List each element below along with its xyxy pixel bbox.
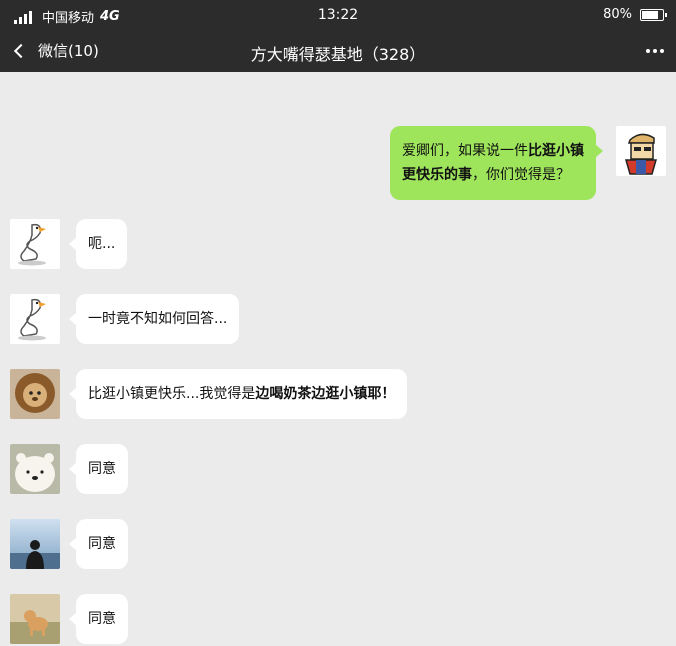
message-item: 同意 [10,519,128,569]
message-text: ，你们觉得是？ [472,167,570,183]
message-item: 呃... [10,219,128,269]
message-bubble[interactable]: 比逛小镇更快乐...我觉得是边喝奶茶边逛小镇耶！ [68,369,408,419]
message-bubble[interactable]: 一时竟不知如何回答... [68,294,240,344]
avatar[interactable] [10,219,60,269]
battery-icon [640,8,667,21]
message-bubble[interactable]: 呃... [68,219,128,269]
avatar[interactable] [10,519,60,569]
message-text: 同意 [88,536,116,552]
message-text: 一时竟不知如何回答... [88,311,228,327]
more-options-icon[interactable] [643,49,664,53]
message-bubble[interactable]: 同意 [69,519,128,569]
message-text-bold: 边喝奶茶边逛小镇耶！ [255,386,396,402]
status-time: 13:22 [317,7,359,23]
message-bubble[interactable]: 同意 [69,444,128,494]
message-bubble[interactable]: 同意 [69,594,128,644]
message-item: 一时竟不知如何回答... [10,294,240,344]
avatar[interactable] [10,444,60,494]
status-bar: 中国移动 4G 13:22 80% [0,0,676,32]
message-text: 同意 [88,611,116,627]
message-text: 呃... [88,236,116,252]
message-text: 爱卿们，如果说一件 [402,143,528,159]
message-text-bold: 更快乐的事 [402,167,472,183]
message-item: 同意 [10,444,128,494]
message-text: 比逛小镇更快乐...我觉得是 [88,386,256,402]
message-item: 同意 [10,594,128,644]
message-item: 爱卿们，如果说一件比逛小镇 更快乐的事，你们觉得是？ [390,126,666,200]
avatar[interactable] [10,594,60,644]
avatar[interactable] [616,126,666,176]
status-right: 80% [603,7,667,22]
chat-area[interactable]: 爱卿们，如果说一件比逛小镇 更快乐的事，你们觉得是？ 呃... 一时竟不知如何回… [0,72,676,646]
chat-title: 方大嘴得瑟基地（328） [250,45,426,64]
battery-percent: 80% [603,7,632,22]
avatar[interactable] [10,294,60,344]
message-item: 比逛小镇更快乐...我觉得是边喝奶茶边逛小镇耶！ [10,369,408,419]
message-text: 同意 [88,461,116,477]
message-bubble[interactable]: 爱卿们，如果说一件比逛小镇 更快乐的事，你们觉得是？ [390,126,603,200]
avatar[interactable] [10,369,60,419]
message-text-bold: 比逛小镇 [528,143,584,159]
nav-bar: 微信(10) 方大嘴得瑟基地（328） [0,32,676,72]
